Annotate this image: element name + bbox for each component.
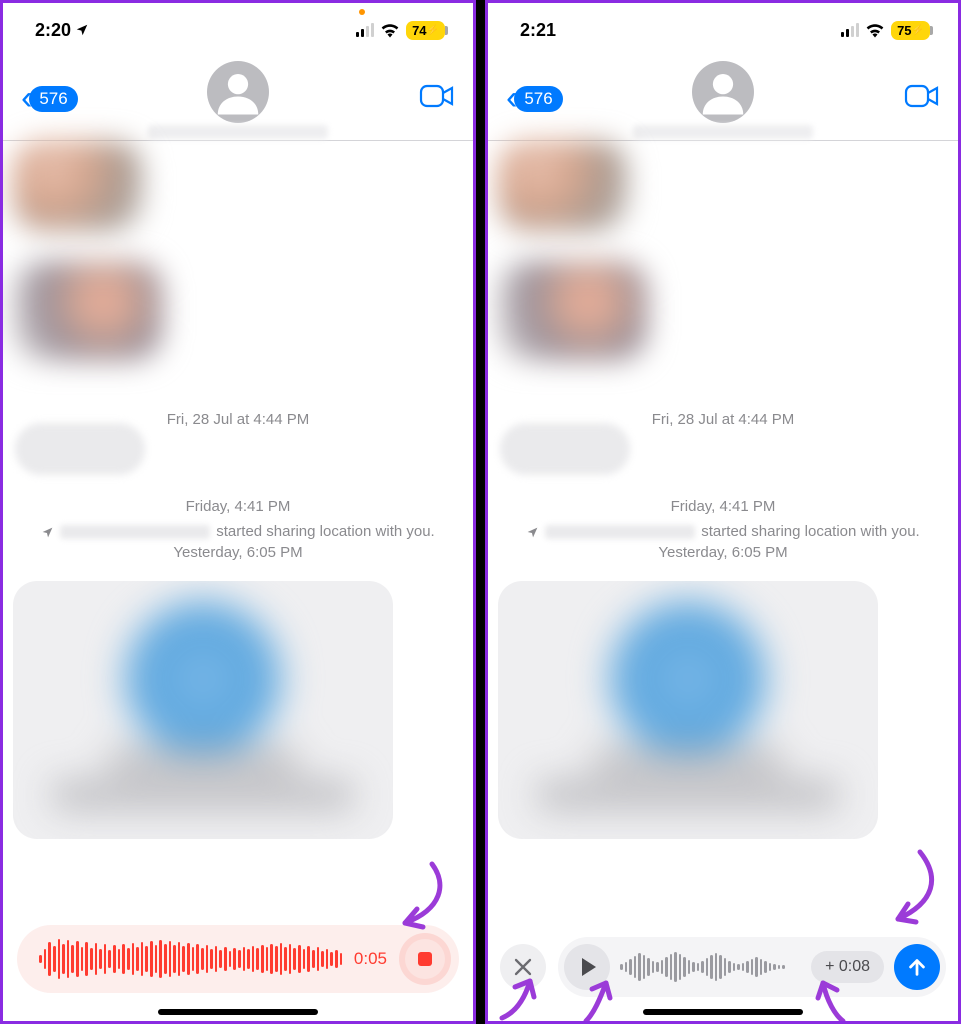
discard-recording-button[interactable] [500,944,546,990]
facetime-button[interactable] [904,83,940,114]
play-icon [582,958,596,976]
message-image-redacted [13,141,143,231]
wifi-icon [865,22,885,38]
timestamp-label: Yesterday, 6:05 PM [3,544,473,561]
location-arrow-icon [526,526,539,539]
message-bubble-redacted [500,423,630,475]
location-arrow-icon [41,526,54,539]
home-indicator[interactable] [158,1009,318,1015]
home-indicator[interactable] [643,1009,803,1015]
audio-recording-bar: 0:05 [17,925,459,993]
message-image-redacted [498,141,628,231]
sender-name-redacted [60,525,210,539]
message-thread[interactable]: Fri, 28 Jul at 4:44 PM Friday, 4:41 PM s… [3,141,473,931]
cellular-signal-icon [356,23,374,37]
location-share-notice: started sharing location with you. [504,523,942,540]
timestamp-label: Friday, 4:41 PM [3,498,473,515]
send-audio-button[interactable] [894,944,940,990]
sender-name-redacted [545,525,695,539]
unread-badge: 576 [514,86,562,112]
location-arrow-icon [75,23,89,37]
preview-waveform[interactable] [620,950,801,984]
unread-badge: 576 [29,86,77,112]
iphone-screenshot-recording: 2:20 74⚡ ‹ 576 Fri, 28 Jul at 4:44 PM [0,0,476,1024]
audio-preview-bar: + 0:08 [500,937,946,997]
arrow-up-icon [906,956,928,978]
wifi-icon [380,22,400,38]
stop-icon [418,952,432,966]
timestamp-label: Friday, 4:41 PM [488,498,958,515]
iphone-screenshot-preview: 2:21 75⚡ ‹ 576 Fri, 28 Jul at 4:44 PM Fr… [485,0,961,1024]
play-preview-button[interactable] [564,944,610,990]
status-time: 2:20 [35,20,71,41]
battery-indicator: 74⚡ [406,21,445,40]
facetime-button[interactable] [419,83,455,114]
message-thread[interactable]: Fri, 28 Jul at 4:44 PM Friday, 4:41 PM s… [488,141,958,931]
battery-indicator: 75⚡ [891,21,930,40]
message-bubble-redacted [15,423,145,475]
status-bar: 2:20 74⚡ [3,3,473,57]
message-image-redacted [498,261,648,361]
timestamp-label: Yesterday, 6:05 PM [488,544,958,561]
recording-duration: 0:05 [354,949,387,969]
contact-avatar[interactable] [207,61,269,123]
back-button[interactable]: ‹ 576 [21,79,78,118]
contact-avatar[interactable] [692,61,754,123]
message-image-redacted [13,261,163,361]
cellular-signal-icon [841,23,859,37]
conversation-header: ‹ 576 [3,57,473,141]
rich-link-card-redacted[interactable] [13,581,393,839]
contact-name-redacted [633,125,813,139]
status-time: 2:21 [520,20,556,41]
append-recording-button[interactable]: + 0:08 [811,951,884,983]
rich-link-card-redacted[interactable] [498,581,878,839]
contact-name-redacted [148,125,328,139]
status-bar: 2:21 75⚡ [488,3,958,57]
recording-waveform [39,938,342,980]
audio-preview-pill: + 0:08 [558,937,946,997]
close-icon [514,958,532,976]
stop-recording-button[interactable] [399,933,451,985]
location-share-notice: started sharing location with you. [19,523,457,540]
mic-in-use-indicator [359,9,365,15]
back-button[interactable]: ‹ 576 [506,79,563,118]
conversation-header: ‹ 576 [488,57,958,141]
